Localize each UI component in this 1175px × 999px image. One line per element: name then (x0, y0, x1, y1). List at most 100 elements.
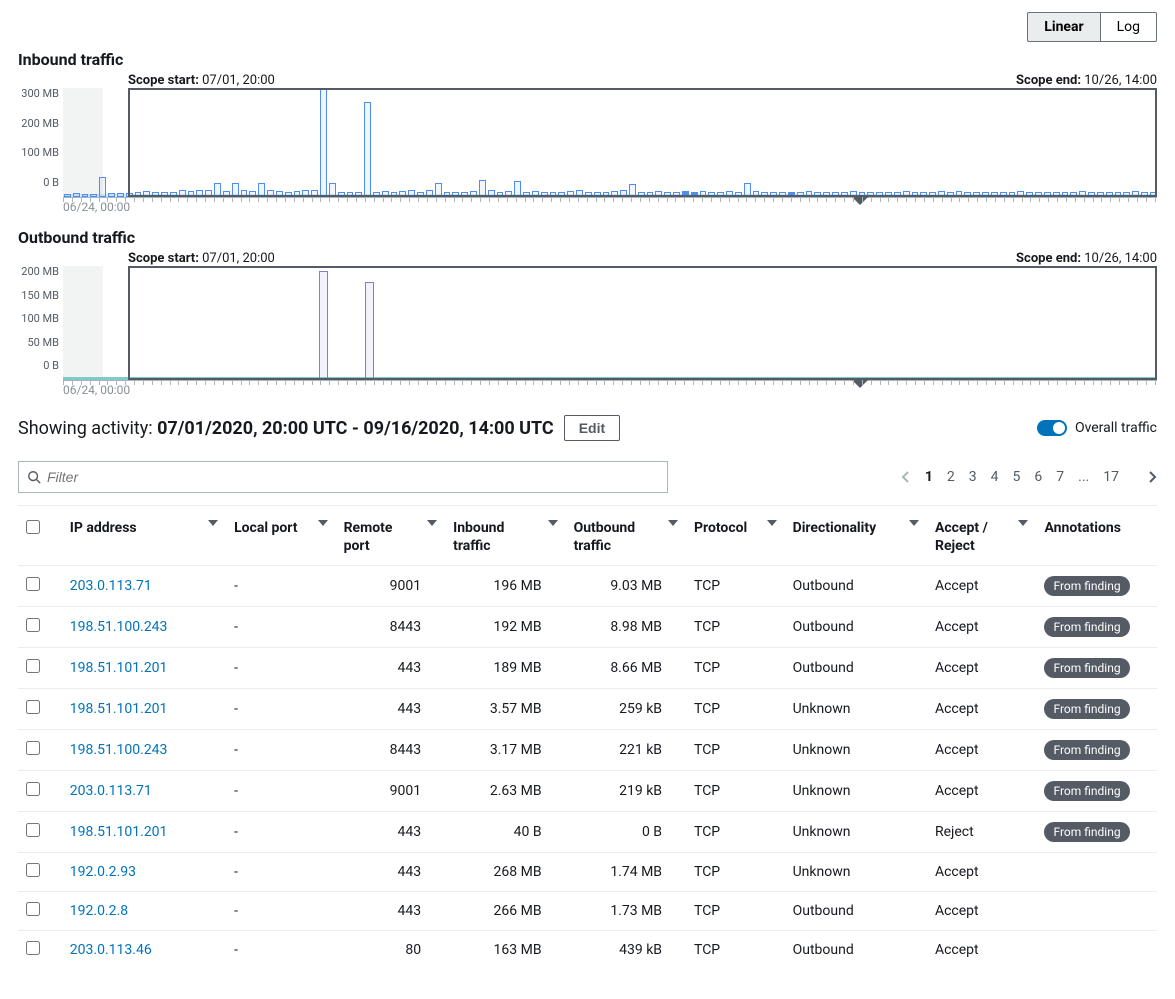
cell-outbound: 8.66 MB (566, 648, 686, 689)
pager-next-icon[interactable] (1147, 470, 1157, 484)
cell-outbound: 0 B (566, 812, 686, 853)
cell-direction: Unknown (785, 853, 927, 892)
cell-inbound: 3.17 MB (445, 730, 565, 771)
sort-icon[interactable] (548, 520, 558, 526)
ip-link[interactable]: 192.0.2.93 (70, 864, 136, 880)
col-ip[interactable]: IP address (70, 520, 137, 538)
pager-page[interactable]: 7 (1056, 469, 1064, 485)
activity-text: Showing activity: 07/01/2020, 20:00 UTC … (18, 418, 554, 439)
table-row: 198.51.101.201-4433.57 MB259 kBTCPUnknow… (18, 689, 1157, 730)
cell-protocol: TCP (686, 771, 785, 812)
ip-link[interactable]: 198.51.101.201 (70, 824, 168, 840)
table-row: 203.0.113.71-9001196 MB9.03 MBTCPOutboun… (18, 566, 1157, 607)
cell-local-port: - (226, 689, 336, 730)
sort-icon[interactable] (668, 520, 678, 526)
col-accept-reject[interactable]: Accept / Reject (935, 520, 1009, 555)
ip-link[interactable]: 198.51.101.201 (70, 701, 168, 717)
row-checkbox[interactable] (26, 659, 40, 673)
bar (488, 190, 495, 197)
bar (258, 183, 265, 197)
row-checkbox[interactable] (26, 823, 40, 837)
toggle-switch-icon[interactable] (1037, 420, 1067, 436)
cell-direction: Outbound (785, 607, 927, 648)
pager-page[interactable]: 5 (1013, 469, 1021, 485)
filter-box[interactable] (18, 461, 668, 493)
cell-local-port: - (226, 812, 336, 853)
cell-protocol: TCP (686, 689, 785, 730)
cell-remote-port: 9001 (336, 566, 446, 607)
pager-page[interactable]: 6 (1034, 469, 1042, 485)
pager-prev-icon[interactable] (901, 470, 911, 484)
sort-icon[interactable] (1018, 520, 1028, 526)
cell-annotations (1036, 892, 1157, 931)
col-remote-port[interactable]: Remote port (344, 520, 418, 555)
scale-linear-button[interactable]: Linear (1027, 12, 1099, 42)
sort-icon[interactable] (318, 520, 328, 526)
row-checkbox[interactable] (26, 902, 40, 916)
sort-icon[interactable] (208, 520, 218, 526)
table-row: 192.0.2.93-443268 MB1.74 MBTCPUnknownAcc… (18, 853, 1157, 892)
row-checkbox[interactable] (26, 863, 40, 877)
ip-link[interactable]: 203.0.113.46 (70, 942, 152, 958)
ip-link[interactable]: 203.0.113.71 (70, 578, 152, 594)
col-inbound[interactable]: Inbound traffic (453, 520, 537, 555)
cell-accept-reject: Accept (927, 689, 1037, 730)
sort-icon[interactable] (767, 520, 777, 526)
cell-inbound: 2.63 MB (445, 771, 565, 812)
pager-page[interactable]: 17 (1103, 469, 1119, 485)
row-checkbox[interactable] (26, 741, 40, 755)
col-annotations[interactable]: Annotations (1044, 520, 1120, 538)
row-checkbox[interactable] (26, 782, 40, 796)
sort-icon[interactable] (909, 520, 919, 526)
pager-page[interactable]: 2 (947, 469, 955, 485)
pager-page[interactable]: 1 (925, 469, 933, 485)
ip-link[interactable]: 198.51.101.201 (70, 660, 168, 676)
ip-link[interactable]: 192.0.2.8 (70, 903, 128, 919)
cell-direction: Outbound (785, 648, 927, 689)
col-direction[interactable]: Directionality (793, 520, 877, 538)
ip-link[interactable]: 203.0.113.71 (70, 783, 152, 799)
inbound-chart[interactable]: 300 MB 200 MB 100 MB 0 B (18, 88, 1157, 198)
table-row: 203.0.113.71-90012.63 MB219 kBTCPUnknown… (18, 771, 1157, 812)
row-checkbox[interactable] (26, 618, 40, 632)
activity-range: 07/01/2020, 20:00 UTC - 09/16/2020, 14:0… (157, 418, 554, 439)
overall-traffic-toggle[interactable]: Overall traffic (1037, 420, 1157, 436)
scope-start-label: Scope start: (128, 251, 199, 266)
bar (205, 190, 212, 197)
col-protocol[interactable]: Protocol (694, 520, 747, 538)
outbound-chart-area[interactable] (63, 266, 1157, 381)
row-checkbox[interactable] (26, 941, 40, 955)
cell-annotations: From finding (1036, 648, 1157, 689)
cell-local-port: - (226, 892, 336, 931)
sort-icon[interactable] (427, 520, 437, 526)
cell-remote-port: 8443 (336, 607, 446, 648)
pager-page[interactable]: 4 (991, 469, 999, 485)
cell-protocol: TCP (686, 931, 785, 970)
cell-annotations: From finding (1036, 566, 1157, 607)
inbound-chart-block: Inbound traffic Scope start: 07/01, 20:0… (18, 50, 1157, 214)
cell-outbound: 1.74 MB (566, 853, 686, 892)
cell-outbound: 259 kB (566, 689, 686, 730)
inbound-chart-area[interactable] (63, 88, 1157, 198)
table-row: 198.51.100.243-8443192 MB8.98 MBTCPOutbo… (18, 607, 1157, 648)
select-all-checkbox[interactable] (26, 520, 40, 534)
pager-page[interactable]: 3 (969, 469, 977, 485)
col-outbound[interactable]: Outbound traffic (574, 520, 658, 555)
cell-accept-reject: Accept (927, 730, 1037, 771)
edit-button[interactable]: Edit (564, 415, 620, 441)
scale-log-button[interactable]: Log (1100, 12, 1157, 42)
ip-link[interactable]: 198.51.100.243 (70, 619, 168, 635)
cell-annotations: From finding (1036, 730, 1157, 771)
bar (629, 184, 636, 197)
row-checkbox[interactable] (26, 700, 40, 714)
scope-start-value: 07/01, 20:00 (202, 73, 275, 88)
filter-input[interactable] (47, 469, 659, 485)
table-row: 203.0.113.46-80163 MB439 kBTCPOutboundAc… (18, 931, 1157, 970)
bar (426, 190, 433, 197)
outbound-title: Outbound traffic (18, 228, 1157, 247)
col-local-port[interactable]: Local port (234, 520, 297, 538)
outbound-chart[interactable]: 200 MB 150 MB 100 MB 50 MB 0 B (18, 266, 1157, 381)
ip-link[interactable]: 198.51.100.243 (70, 742, 168, 758)
bar (620, 190, 627, 197)
row-checkbox[interactable] (26, 577, 40, 591)
